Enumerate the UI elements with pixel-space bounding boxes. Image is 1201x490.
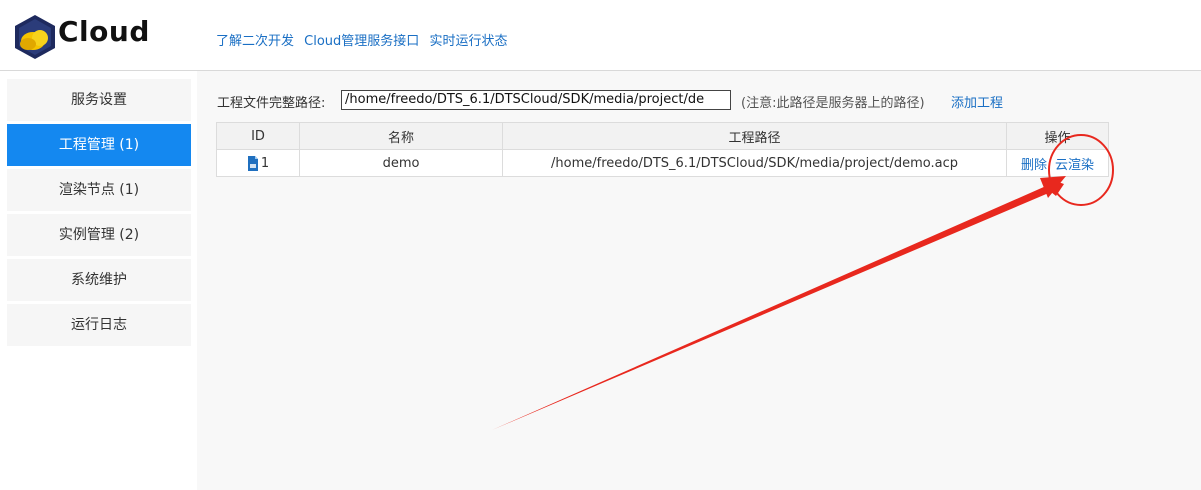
project-table: ID 名称 工程路径 操作 1 demo /home/freedo/DTS_6.… [216,122,1109,177]
cloud-render-link[interactable]: 云渲染 [1055,158,1094,173]
path-label: 工程文件完整路径: [217,96,326,111]
cloud-logo-icon [15,15,55,59]
table-row: 1 demo /home/freedo/DTS_6.1/DTSCloud/SDK… [216,149,1109,177]
add-project-link[interactable]: 添加工程 [951,92,1003,111]
sidebar: 服务设置 工程管理 (1) 渲染节点 (1) 实例管理 (2) 系统维护 运行日… [7,79,191,349]
sidebar-item-project-management[interactable]: 工程管理 (1) [7,124,191,166]
delete-link[interactable]: 删除 [1021,158,1047,173]
nav-link-dev[interactable]: 了解二次开发 [216,34,294,49]
sidebar-item-render-nodes[interactable]: 渲染节点 (1) [7,169,191,211]
column-header-id: ID [216,122,300,150]
path-note: (注意:此路径是服务器上的路径) [741,96,925,111]
table-header-row: ID 名称 工程路径 操作 [216,122,1109,150]
column-header-actions: 操作 [1006,122,1109,150]
cell-path: /home/freedo/DTS_6.1/DTSCloud/SDK/media/… [502,149,1007,177]
project-path-input[interactable] [341,90,731,110]
brand-title: Cloud [58,15,150,48]
sidebar-item-run-logs[interactable]: 运行日志 [7,304,191,346]
sidebar-item-service-settings[interactable]: 服务设置 [7,79,191,121]
column-header-path: 工程路径 [502,122,1007,150]
app-header: Cloud 了解二次开发 Cloud管理服务接口 实时运行状态 [0,0,1201,72]
column-header-name: 名称 [299,122,503,150]
top-nav: 了解二次开发 Cloud管理服务接口 实时运行状态 [216,30,513,49]
cell-id: 1 [216,149,300,177]
cell-name: demo [299,149,503,177]
cell-actions: 删除 云渲染 [1006,149,1109,177]
nav-link-api[interactable]: Cloud管理服务接口 [304,34,419,49]
project-file-icon [247,155,258,171]
sidebar-item-system-maintenance[interactable]: 系统维护 [7,259,191,301]
nav-link-status[interactable]: 实时运行状态 [429,34,507,49]
row-id: 1 [260,155,270,171]
sidebar-item-instance-management[interactable]: 实例管理 (2) [7,214,191,256]
